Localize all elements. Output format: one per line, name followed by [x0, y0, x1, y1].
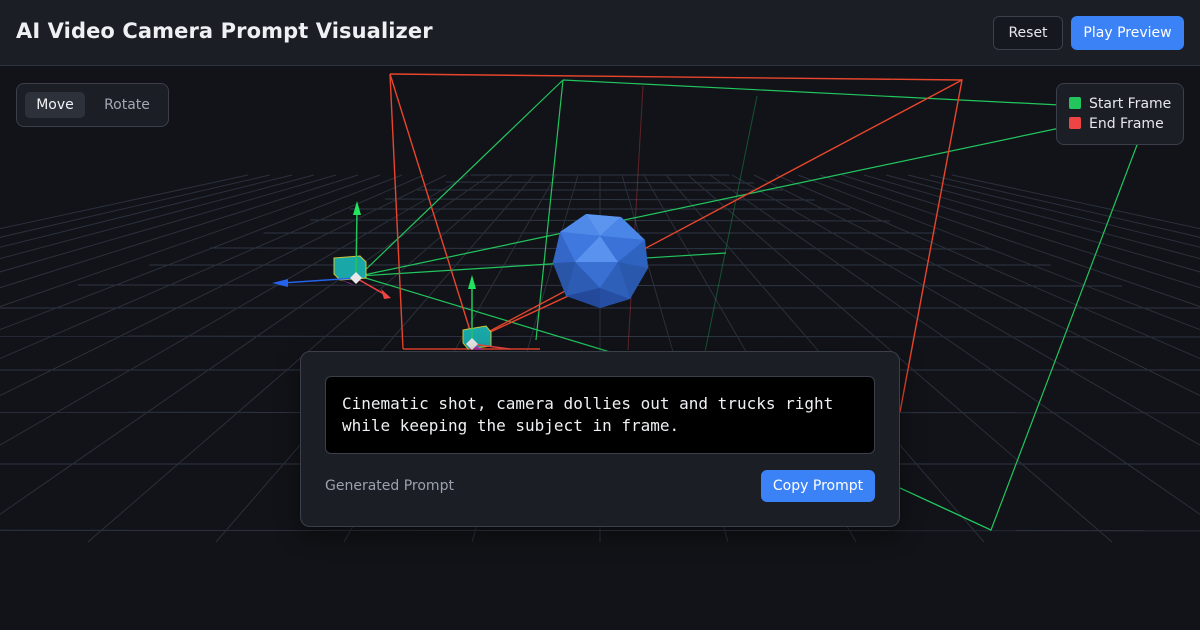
prompt-panel: Cinematic shot, camera dollies out and t… [300, 351, 900, 527]
legend-start-label: Start Frame [1089, 96, 1172, 112]
end-frame-swatch [1069, 117, 1081, 129]
grid-line [951, 174, 1200, 230]
grid-line [885, 174, 1200, 260]
app-root: AI Video Camera Prompt Visualizer Reset … [0, 0, 1200, 630]
grid-line [863, 174, 1200, 273]
legend-item-start-frame: Start Frame [1069, 95, 1171, 113]
app-title: AI Video Camera Prompt Visualizer [16, 19, 433, 43]
start-frame-swatch [1069, 97, 1081, 109]
frustum-depth-lines [627, 85, 758, 353]
reset-button[interactable]: Reset [993, 16, 1063, 50]
play-preview-button[interactable]: Play Preview [1071, 16, 1184, 50]
grid-line [0, 174, 271, 238]
move-mode-button[interactable]: Move [25, 92, 85, 118]
copy-prompt-button[interactable]: Copy Prompt [761, 470, 875, 502]
grid-line [929, 174, 1200, 238]
frame-legend: Start Frame End Frame [1056, 83, 1184, 145]
grid-line [0, 174, 315, 260]
grid-line [0, 174, 337, 273]
legend-item-end-frame: End Frame [1069, 115, 1164, 133]
generated-prompt-text[interactable]: Cinematic shot, camera dollies out and t… [325, 376, 875, 454]
top-bar: AI Video Camera Prompt Visualizer Reset … [0, 0, 1200, 66]
legend-end-label: End Frame [1089, 116, 1164, 132]
rotate-mode-button[interactable]: Rotate [93, 92, 161, 118]
grid-line [0, 174, 249, 230]
subject-sphere[interactable] [553, 214, 648, 308]
transform-mode-toggle: Move Rotate [16, 83, 169, 127]
end-camera-gizmo[interactable] [462, 275, 511, 350]
generated-prompt-label: Generated Prompt [325, 478, 454, 494]
